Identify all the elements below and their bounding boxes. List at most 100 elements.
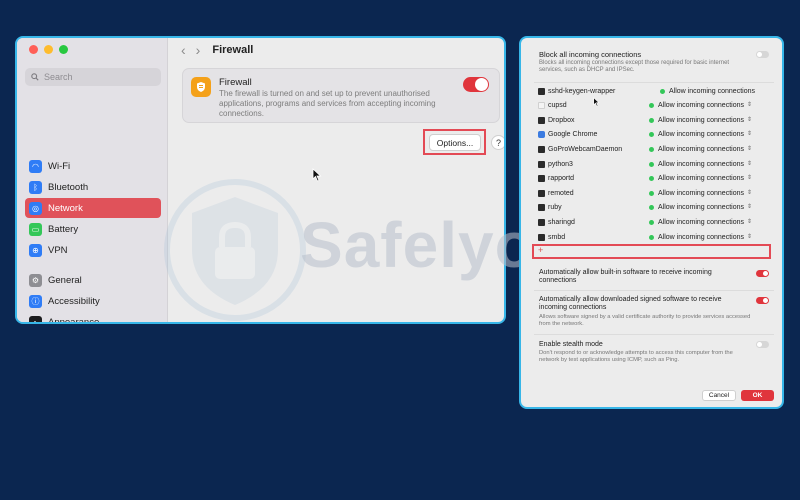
auto-signed-toggle[interactable]: [756, 297, 769, 304]
options-button[interactable]: Options...: [429, 134, 481, 151]
app-name: smbd: [548, 233, 566, 241]
auto-signed-row: Automatically allow downloaded signed so…: [534, 294, 774, 334]
app-status-label: Allow incoming connections: [658, 145, 744, 153]
app-icon: [538, 233, 545, 241]
cancel-button[interactable]: Cancel: [702, 390, 736, 401]
sidebar-item-vpn[interactable]: ⊕ VPN: [25, 240, 161, 260]
close-window-button[interactable]: [29, 45, 38, 54]
page-title: Firewall: [212, 44, 254, 56]
app-icon: [538, 218, 545, 226]
app-row[interactable]: Google Chrome Allow incoming connections ⇕: [534, 128, 774, 142]
app-row[interactable]: sharingd Allow incoming connections ⇕: [534, 215, 774, 229]
stealth-toggle[interactable]: [756, 341, 769, 348]
sidebar-item-wi-fi[interactable]: ◠ Wi-Fi: [25, 156, 161, 176]
sidebar-item-appearance[interactable]: ◐ Appearance: [25, 312, 161, 322]
firewall-card: Firewall The firewall is turned on and s…: [182, 68, 500, 123]
app-name: ruby: [548, 204, 562, 212]
app-row[interactable]: smbd Allow incoming connections ⇕: [534, 230, 774, 244]
block-all-title: Block all incoming connections: [539, 50, 642, 59]
app-status-label: Allow incoming connections: [658, 131, 744, 139]
zoom-window-button[interactable]: [59, 45, 68, 54]
app-icon: [538, 189, 545, 197]
app-name: sharingd: [548, 218, 575, 226]
app-row[interactable]: ruby Allow incoming connections ⇕: [534, 201, 774, 215]
app-name: remoted: [548, 189, 574, 197]
auto-builtin-toggle[interactable]: [756, 270, 769, 277]
block-all-description: Blocks all incoming connections except t…: [539, 60, 730, 73]
chevron-up-down-icon: ⇕: [747, 233, 753, 240]
app-status-label: Allow incoming connections: [658, 160, 744, 168]
divider: [534, 82, 774, 83]
chevron-up-down-icon: ⇕: [747, 175, 753, 182]
app-row[interactable]: GoProWebcamDaemon Allow incoming connecti…: [534, 142, 774, 156]
sidebar-item-bluetooth[interactable]: ᛒ Bluetooth: [25, 177, 161, 197]
app-status-label: Allow incoming connections: [658, 116, 744, 124]
chevron-up-down-icon: ⇕: [747, 102, 753, 109]
status-dot-icon: [649, 190, 654, 196]
app-row[interactable]: cupsd Allow incoming connections ⇕: [534, 99, 774, 113]
sidebar-item-accessibility[interactable]: ⓘ Accessibility: [25, 291, 161, 311]
app-icon: [538, 204, 545, 212]
app-status-select[interactable]: Allow incoming connections ⇕: [649, 234, 752, 241]
sidebar-item-label: Wi-Fi: [48, 160, 71, 172]
app-icon: [538, 175, 545, 183]
search-input[interactable]: [44, 72, 144, 82]
app-status-label: Allow incoming connections: [669, 87, 755, 95]
status-dot-icon: [649, 176, 654, 182]
sidebar-item-network[interactable]: ◎ Network: [25, 198, 161, 218]
sidebar-item-general[interactable]: ⚙ General: [25, 270, 161, 290]
app-icon: [538, 87, 545, 95]
app-row[interactable]: rapportd Allow incoming connections ⇕: [534, 172, 774, 186]
auto-signed-description: Allows software signed by a valid certif…: [539, 314, 751, 327]
sidebar-item-label: VPN: [48, 244, 68, 256]
app-status-select[interactable]: Allow incoming connections ⇕: [649, 161, 752, 168]
app-status-select[interactable]: Allow incoming connections ⇕: [649, 117, 752, 124]
mouse-cursor-icon: [593, 97, 600, 107]
chevron-up-down-icon: ⇕: [747, 116, 753, 123]
app-status-select[interactable]: Allow incoming connections ⇕: [649, 175, 752, 182]
minimize-window-button[interactable]: [44, 45, 53, 54]
app-row[interactable]: remoted Allow incoming connections ⇕: [534, 186, 774, 200]
app-name: sshd-keygen-wrapper: [548, 87, 616, 95]
ok-button[interactable]: OK: [741, 390, 774, 401]
globe-icon: ◎: [29, 201, 42, 215]
vpn-icon: ⊕: [29, 243, 42, 257]
app-row[interactable]: python3 Allow incoming connections ⇕: [534, 157, 774, 171]
firewall-title: Firewall: [219, 77, 252, 88]
status-dot-icon: [649, 234, 654, 240]
app-row[interactable]: Dropbox Allow incoming connections ⇕: [534, 113, 774, 127]
app-status-select[interactable]: Allow incoming connections ⇕: [649, 102, 752, 109]
help-button[interactable]: ?: [491, 135, 504, 150]
sidebar-item-label: Battery: [48, 223, 79, 235]
app-status-select[interactable]: Allow incoming connections ⇕: [649, 190, 752, 197]
chevron-up-down-icon: ⇕: [747, 218, 753, 225]
forward-chevron-icon[interactable]: ›: [196, 42, 201, 58]
app-icon: [538, 145, 545, 153]
firewall-toggle[interactable]: [463, 77, 489, 92]
mouse-cursor-icon: [312, 168, 322, 182]
battery-icon: ▭: [29, 222, 42, 236]
app-status-select[interactable]: Allow incoming connections ⇕: [649, 131, 752, 138]
toolbar: ‹ › Firewall: [181, 42, 253, 58]
search-icon: [31, 73, 39, 81]
app-status-select[interactable]: Allow incoming connections ⇕: [649, 146, 752, 153]
app-status-select[interactable]: Allow incoming connections ⇕: [649, 204, 752, 211]
firewall-options-dialog: Block all incoming connections Blocks al…: [519, 36, 784, 409]
stealth-row: Enable stealth mode Don't respond to or …: [534, 338, 774, 368]
app-status-select[interactable]: Allow incoming connections ⇕: [649, 219, 752, 226]
auto-builtin-title: Automatically allow built-in software to…: [539, 269, 712, 284]
app-name: rapportd: [548, 175, 575, 183]
app-icon: [538, 131, 545, 139]
app-status-select[interactable]: Allow incoming connections: [660, 88, 755, 95]
app-status-label: Allow incoming connections: [658, 189, 744, 197]
app-status-label: Allow incoming connections: [658, 204, 744, 212]
wifi-icon: ◠: [29, 159, 42, 173]
sidebar-item-battery[interactable]: ▭ Battery: [25, 219, 161, 239]
back-chevron-icon[interactable]: ‹: [181, 42, 186, 58]
search-field[interactable]: [25, 68, 161, 86]
block-all-toggle[interactable]: [756, 51, 769, 58]
app-row[interactable]: sshd-keygen-wrapper Allow incoming connec…: [534, 84, 774, 98]
add-app-button[interactable]: +: [538, 245, 543, 255]
status-dot-icon: [649, 161, 654, 167]
status-dot-icon: [649, 132, 654, 138]
